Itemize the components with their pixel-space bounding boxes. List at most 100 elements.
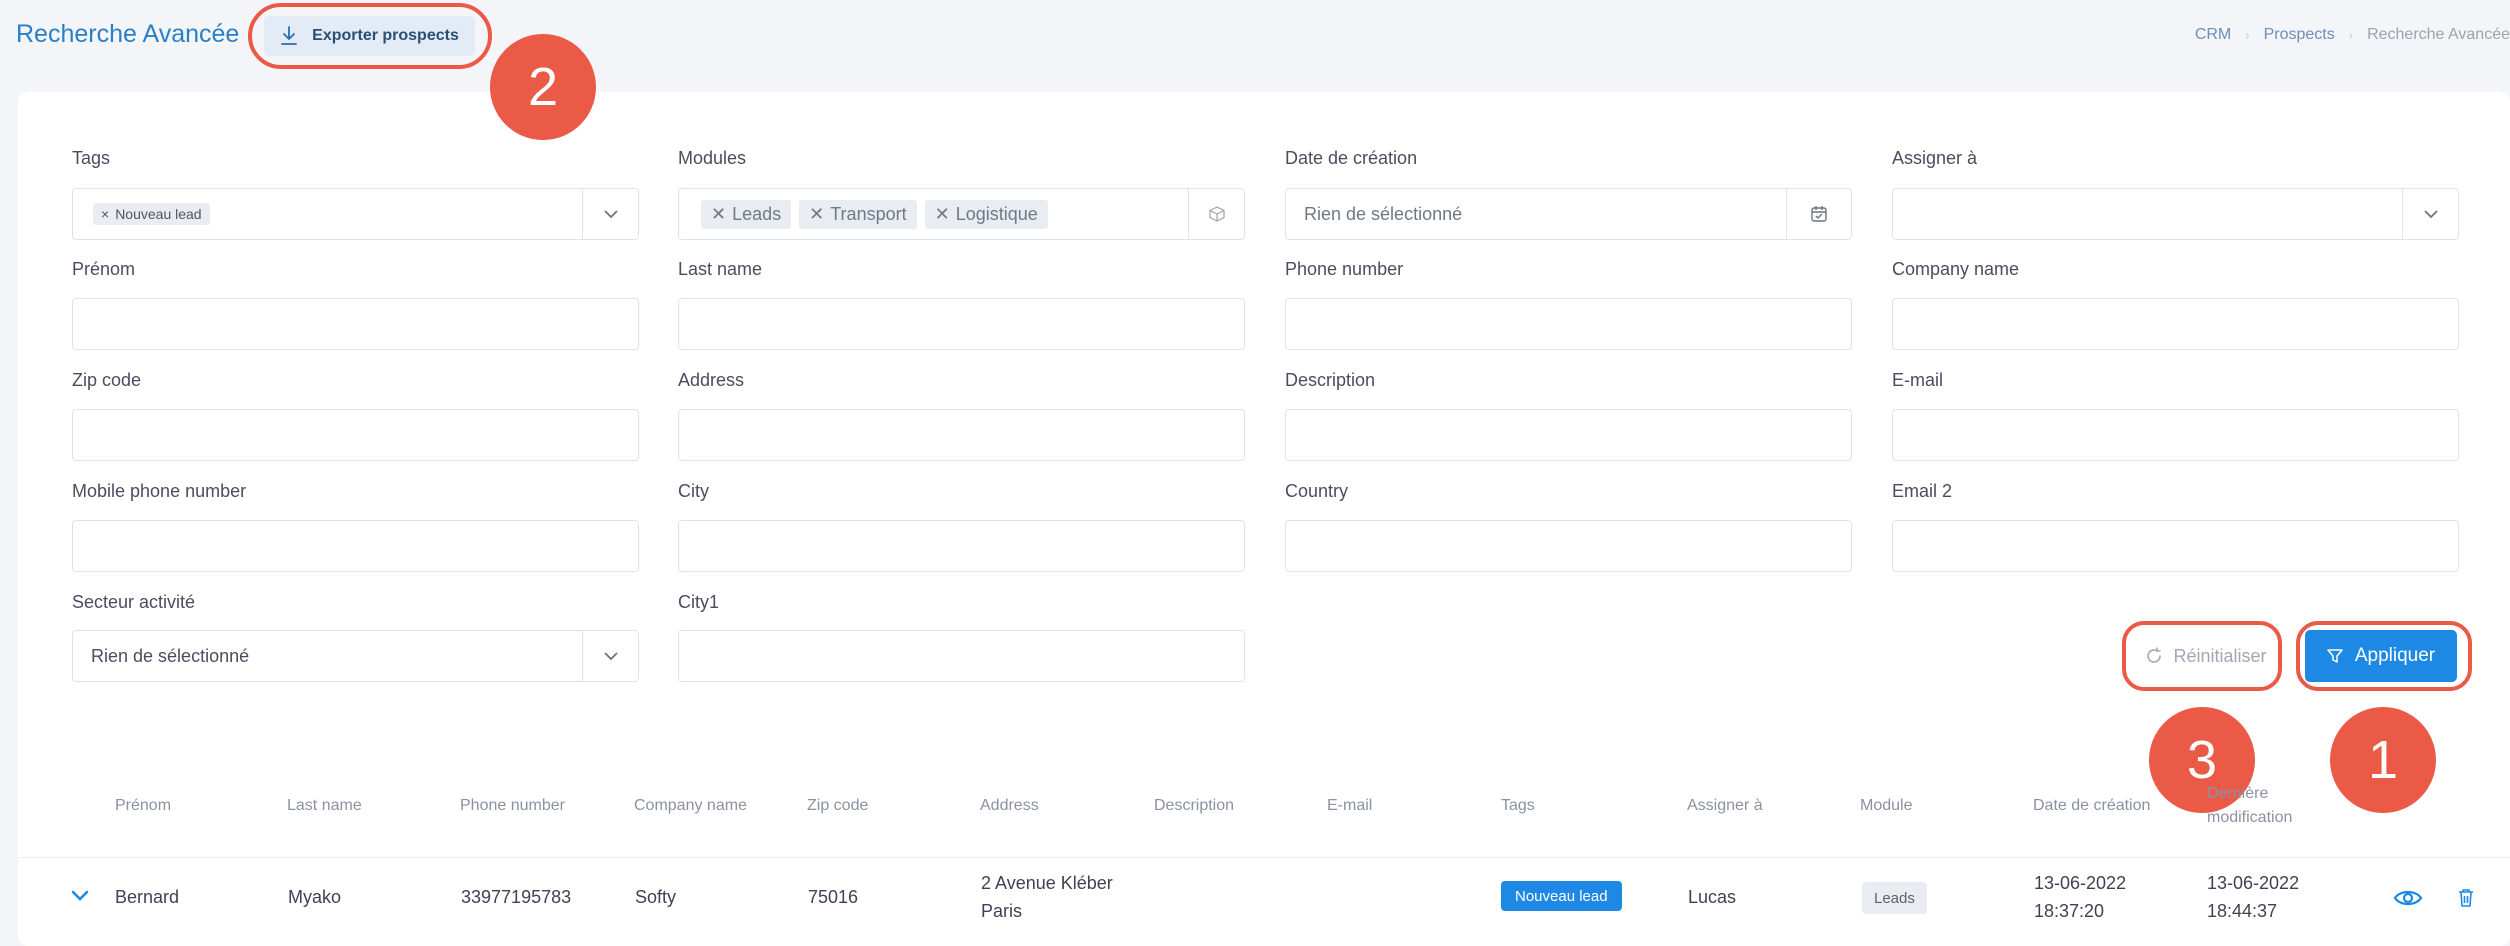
column-header-address[interactable]: Address — [980, 794, 1039, 818]
assigner-select[interactable] — [1892, 188, 2459, 240]
cell-address: 2 Avenue Kléber Paris — [981, 869, 1113, 925]
date-line: 13-06-2022 — [2034, 873, 2127, 893]
mobile-phone-input[interactable] — [72, 520, 639, 572]
remove-module-icon[interactable]: ✕ — [711, 204, 726, 225]
cell-prenom: Bernard — [115, 887, 180, 907]
cell-zip: 75016 — [808, 887, 859, 907]
remove-module-icon[interactable]: ✕ — [809, 204, 824, 225]
address-label: Address — [678, 370, 745, 390]
column-header-module[interactable]: Module — [1860, 794, 1912, 818]
breadcrumb-separator: › — [2348, 27, 2354, 43]
secteur-placeholder: Rien de sélectionné — [91, 645, 250, 666]
modules-label: Modules — [678, 148, 747, 168]
eye-icon[interactable] — [2393, 888, 2423, 908]
column-header-assigner[interactable]: Assigner à — [1687, 794, 1763, 818]
city1-input[interactable] — [678, 630, 1245, 682]
cube-icon[interactable] — [1188, 189, 1244, 239]
expand-row-icon[interactable] — [71, 890, 89, 902]
last-name-label: Last name — [678, 259, 763, 279]
secteur-label: Secteur activité — [72, 592, 196, 612]
column-header-zip[interactable]: Zip code — [807, 794, 868, 818]
top-bar: Recherche Avancée Exporter prospects CRM… — [0, 0, 2510, 75]
export-label: Exporter prospects — [312, 27, 459, 44]
modules-select[interactable]: ✕ Leads ✕ Transport ✕ Logistique — [678, 188, 1245, 240]
tag-badge: Nouveau lead — [1501, 881, 1622, 911]
date-creation-picker[interactable]: Rien de sélectionné — [1285, 188, 1852, 240]
tag-chip: × Nouveau lead — [93, 203, 210, 225]
tags-label: Tags — [72, 148, 111, 168]
reset-label: Réinitialiser — [2173, 645, 2267, 666]
breadcrumb: CRM › Prospects › Recherche Avancée — [2195, 26, 2510, 44]
module-chip-label: Logistique — [955, 203, 1038, 224]
zip-code-input[interactable] — [72, 409, 639, 461]
column-header-description[interactable]: Description — [1154, 794, 1234, 818]
date-creation-placeholder: Rien de sélectionné — [1304, 203, 1463, 224]
email-input[interactable] — [1892, 409, 2459, 461]
mobile-phone-label: Mobile phone number — [72, 481, 247, 501]
column-header-phone[interactable]: Phone number — [460, 794, 565, 818]
remove-module-icon[interactable]: ✕ — [935, 204, 950, 225]
remove-tag-icon[interactable]: × — [101, 206, 109, 222]
module-chip-logistique: ✕ Logistique — [924, 199, 1048, 229]
country-input[interactable] — [1285, 520, 1852, 572]
email2-input[interactable] — [1892, 520, 2459, 572]
chevron-down-icon[interactable] — [2402, 189, 2458, 239]
email2-label: Email 2 — [1892, 481, 1953, 501]
module-chip-label: Transport — [830, 203, 907, 224]
cell-phone: 33977195783 — [461, 887, 572, 907]
address-line: 2 Avenue Kléber — [981, 873, 1113, 893]
breadcrumb-separator: › — [2245, 27, 2250, 43]
last-name-input[interactable] — [678, 298, 1245, 350]
city-label: City — [678, 481, 709, 501]
tags-select[interactable]: × Nouveau lead — [72, 188, 639, 240]
prenom-label: Prénom — [72, 259, 136, 279]
date-creation-label: Date de création — [1285, 148, 1418, 168]
phone-number-label: Phone number — [1285, 259, 1404, 279]
breadcrumb-current: Recherche Avancée — [2367, 26, 2510, 43]
description-input[interactable] — [1285, 409, 1852, 461]
apply-label: Appliquer — [2354, 645, 2436, 666]
calendar-icon[interactable] — [1786, 189, 1851, 239]
cell-assigner: Lucas — [1688, 887, 1737, 907]
apply-button[interactable]: Appliquer — [2305, 630, 2457, 682]
phone-number-input[interactable] — [1285, 298, 1852, 350]
column-header-tags[interactable]: Tags — [1501, 794, 1535, 818]
export-prospects-button[interactable]: Exporter prospects — [264, 16, 475, 56]
description-label: Description — [1285, 370, 1376, 390]
breadcrumb-prospects[interactable]: Prospects — [2264, 26, 2335, 44]
filter-icon — [2327, 649, 2343, 663]
trash-icon[interactable] — [2458, 888, 2474, 908]
email-label: E-mail — [1892, 370, 1944, 390]
column-header-prenom[interactable]: Prénom — [115, 794, 171, 818]
prenom-input[interactable] — [72, 298, 639, 350]
step-marker-1: 1 — [2330, 707, 2436, 813]
download-icon — [281, 26, 298, 45]
column-header-company[interactable]: Company name — [634, 794, 747, 818]
cell-derniere-modification: 13-06-2022 18:44:37 — [2207, 869, 2299, 925]
secteur-select[interactable]: Rien de sélectionné — [72, 630, 639, 682]
chevron-down-icon[interactable] — [582, 631, 638, 681]
column-header-derniere-modification[interactable]: Dernière modification — [2207, 782, 2292, 830]
city-input[interactable] — [678, 520, 1245, 572]
page-title: Recherche Avancée — [16, 20, 240, 48]
column-header-date-creation[interactable]: Date de création — [2033, 794, 2150, 818]
date-line: 13-06-2022 — [2207, 873, 2300, 893]
address-line: Paris — [981, 901, 1023, 921]
company-name-label: Company name — [1892, 259, 2020, 279]
module-chip-label: Leads — [732, 203, 782, 224]
breadcrumb-crm[interactable]: CRM — [2195, 26, 2231, 44]
cell-last-name: Myako — [288, 887, 342, 907]
column-header-last-name[interactable]: Last name — [287, 794, 362, 818]
time-line: 18:37:20 — [2034, 901, 2105, 921]
city1-label: City1 — [678, 592, 720, 612]
assigner-label: Assigner à — [1892, 148, 1978, 168]
address-input[interactable] — [678, 409, 1245, 461]
reset-button[interactable]: Réinitialiser — [2132, 630, 2280, 682]
header-line: modification — [2207, 809, 2293, 826]
chevron-down-icon[interactable] — [582, 189, 638, 239]
step-marker-2: 2 — [490, 34, 596, 140]
cell-company: Softy — [635, 887, 677, 907]
company-name-input[interactable] — [1892, 298, 2459, 350]
cell-date-creation: 13-06-2022 18:37:20 — [2034, 869, 2126, 925]
column-header-email[interactable]: E-mail — [1327, 794, 1372, 818]
